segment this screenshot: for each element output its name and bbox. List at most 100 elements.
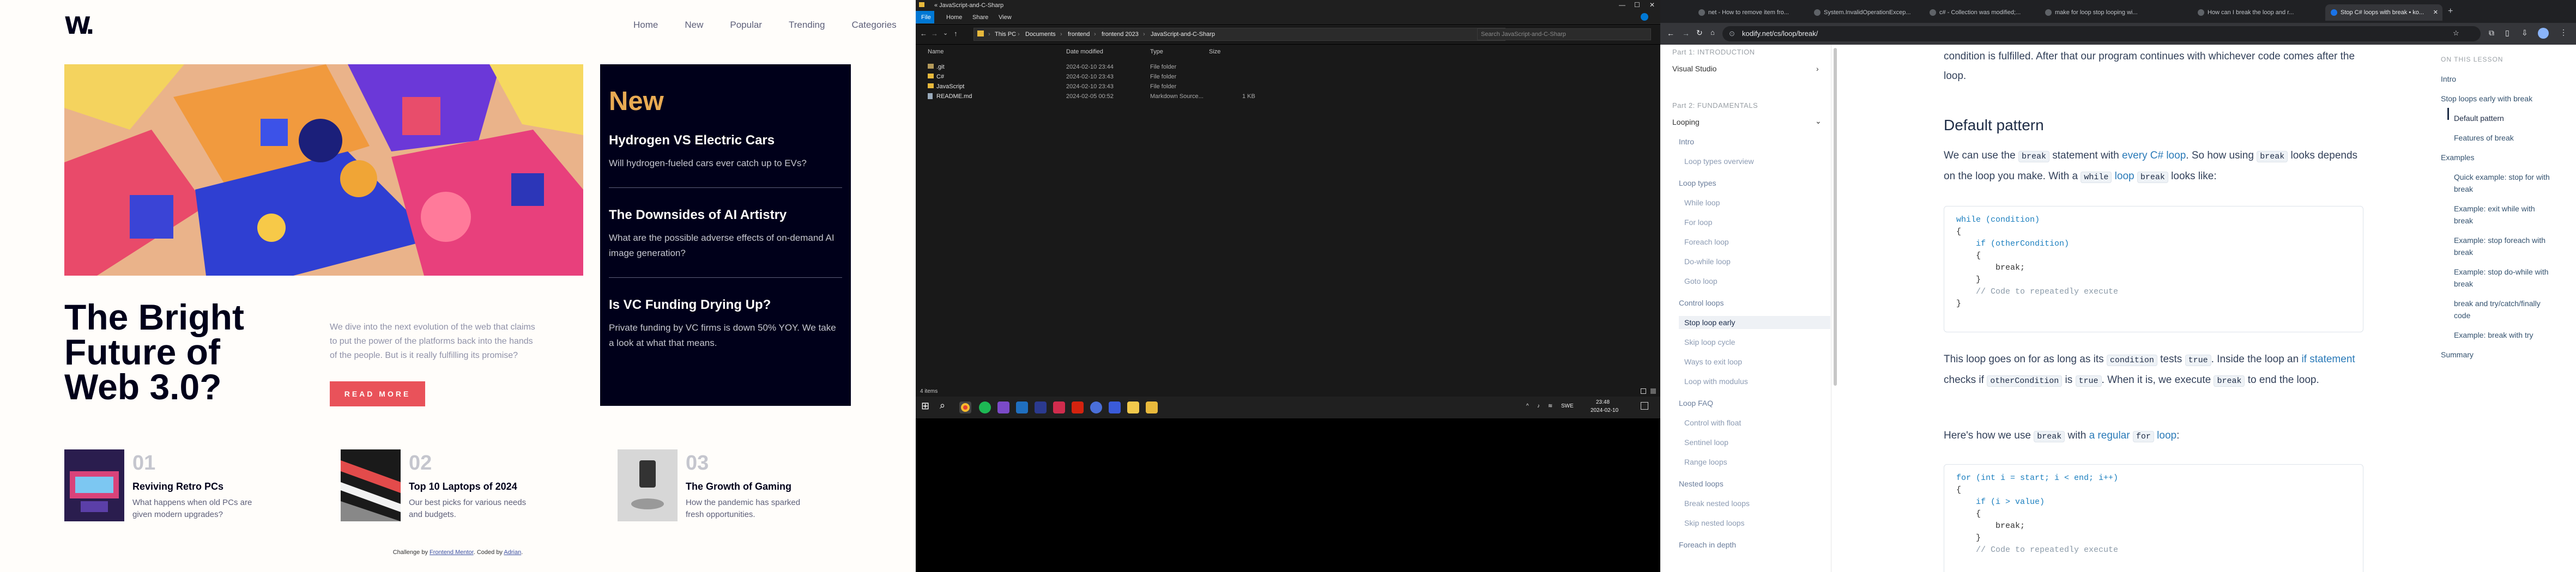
article-card[interactable]: 01 Reviving Retro PCs What happens when … [64, 449, 282, 521]
nav-popular[interactable]: Popular [730, 20, 762, 31]
toc-subitem[interactable]: Example: exit while with break [2454, 203, 2552, 227]
file-row[interactable]: JavaScript 2024-02-10 23:43 File folder [923, 82, 1305, 92]
jetbrains-icon[interactable] [1053, 401, 1065, 413]
toc-subitem[interactable]: Example: stop foreach with break [2454, 234, 2552, 258]
sidebar-item[interactable]: Loop with modulus [1684, 377, 1748, 386]
author-link[interactable]: Adrian [504, 549, 521, 556]
help-icon[interactable] [1641, 13, 1648, 21]
toc-subitem[interactable]: Example: break with try [2454, 329, 2552, 341]
windows-start-icon[interactable]: ⊞ [921, 400, 933, 412]
site-info-icon[interactable]: ⊙ [1729, 29, 1735, 38]
new-item-title[interactable]: The Downsides of AI Artistry [609, 208, 842, 223]
toc-item[interactable]: Intro [2441, 73, 2550, 85]
close-tab-icon[interactable]: ✕ [2433, 9, 2438, 16]
frontend-mentor-link[interactable]: Frontend Mentor [430, 549, 474, 556]
site-logo[interactable]: W. [64, 14, 95, 38]
url-bar[interactable]: ⊙ kodify.net/cs/loop/break/ ☆ [1722, 26, 2481, 41]
browser-tab[interactable]: c# - Collection was modified;... [1924, 4, 2039, 21]
breadcrumb-item[interactable]: Documents [1025, 31, 1056, 38]
col-date[interactable]: Date modified [1066, 48, 1103, 55]
chevron-down-icon[interactable]: ⌄ [943, 29, 948, 36]
back-icon[interactable]: ← [1667, 29, 1674, 38]
new-item-title[interactable]: Is VC Funding Drying Up? [609, 297, 842, 313]
card-title[interactable]: Top 10 Laptops of 2024 [409, 481, 517, 492]
browser-tab[interactable]: How can I break the loop and r... [2192, 4, 2307, 21]
vscode-icon[interactable] [1016, 401, 1028, 413]
toc-item[interactable]: Examples [2441, 151, 2550, 163]
acrobat-icon[interactable] [1072, 401, 1084, 413]
article-link[interactable]: a regular [2089, 430, 2130, 441]
sidebar-item[interactable]: For loop [1684, 218, 1712, 227]
notification-icon[interactable] [1641, 402, 1648, 410]
article-link[interactable]: if statement [2301, 354, 2355, 365]
search-icon[interactable]: ⌕ [940, 400, 952, 412]
sidebar-item-looping[interactable]: Looping [1672, 118, 1700, 126]
article-link[interactable]: every C# loop [2122, 150, 2186, 161]
article-card[interactable]: 03 The Growth of Gaming How the pandemic… [618, 449, 836, 521]
close-icon[interactable]: ✕ [1649, 1, 1655, 9]
ribbon-view[interactable]: View [999, 14, 1012, 21]
new-item[interactable]: The Downsides of AI Artistry What are th… [609, 208, 842, 261]
sidebar-item[interactable]: Skip nested loops [1684, 519, 1745, 527]
breadcrumb-item[interactable]: frontend 2023 [1102, 31, 1139, 38]
file-explorer-icon[interactable] [1146, 401, 1158, 413]
photoshop-icon[interactable] [1035, 401, 1047, 413]
browser-tab[interactable]: net - How to remove item fro... [1693, 4, 1807, 21]
ribbon-file[interactable]: File [916, 11, 934, 23]
sidebar-item[interactable]: Range loops [1684, 458, 1727, 466]
sidebar-item[interactable]: Break nested loops [1684, 499, 1750, 508]
code-block[interactable]: for (int i = start; i < end; i++) { if (i… [1944, 464, 2363, 572]
sidebar-item[interactable]: Skip loop cycle [1684, 338, 1735, 346]
toc-subitem[interactable]: Default pattern [2454, 112, 2552, 124]
new-item[interactable]: Hydrogen VS Electric Cars Will hydrogen-… [609, 133, 842, 171]
col-name[interactable]: Name [928, 48, 944, 55]
sidebar-item[interactable]: Foreach loop [1684, 238, 1729, 246]
col-type[interactable]: Type [1150, 48, 1163, 55]
browser-tab-active[interactable]: Stop C# loops with break • ko... ✕ [2325, 4, 2442, 21]
breadcrumb-item[interactable]: JavaScript-and-C-Sharp [1151, 31, 1215, 38]
toc-subitem[interactable]: Features of break [2454, 132, 2552, 144]
home-icon[interactable]: ⌂ [1710, 28, 1715, 36]
sidebar-item-current[interactable]: Stop loop early [1679, 316, 1830, 329]
article-link[interactable]: loop [2157, 430, 2176, 441]
maximize-icon[interactable]: ☐ [1634, 1, 1640, 9]
code-block[interactable]: while (condition) { if (otherCondition) {… [1944, 206, 2363, 332]
article-link[interactable]: loop [2115, 171, 2134, 182]
network-icon[interactable]: ≋ [1548, 403, 1552, 409]
sidebar-item[interactable]: While loop [1684, 198, 1720, 207]
language-indicator[interactable]: SWE [1561, 403, 1574, 409]
toc-subitem[interactable]: break and try/catch/finally code [2454, 297, 2552, 321]
sidebar-group-label[interactable]: Control loops [1679, 299, 1724, 307]
downloads-icon[interactable]: ⇩ [2521, 28, 2528, 38]
nav-home[interactable]: Home [633, 20, 658, 31]
tiles-view-icon[interactable] [1650, 388, 1656, 394]
sticky-notes-icon[interactable] [1127, 401, 1139, 413]
toc-item[interactable]: Summary [2441, 349, 2550, 361]
sidebar-item[interactable]: Do-while loop [1684, 257, 1731, 266]
file-row[interactable]: .git 2024-02-10 23:44 File folder [923, 62, 1305, 72]
chevron-down-icon[interactable]: ⌄ [1815, 117, 1822, 126]
sidebar-icon[interactable]: ▯ [2505, 28, 2510, 38]
sidebar-group-label[interactable]: Nested loops [1679, 479, 1724, 488]
breadcrumb-item[interactable]: This PC [995, 31, 1016, 38]
ribbon-share[interactable]: Share [972, 14, 988, 21]
sidebar-item[interactable]: Sentinel loop [1684, 438, 1728, 447]
tray-time[interactable]: 23:48 [1596, 399, 1610, 405]
up-icon[interactable]: ↑ [954, 29, 958, 38]
address-breadcrumb[interactable]: › This PC › Documents › frontend › front… [973, 28, 1505, 41]
tray-date[interactable]: 2024-02-10 [1591, 407, 1618, 413]
profile-avatar[interactable] [2538, 28, 2549, 39]
sidebar-item[interactable]: Control with float [1684, 418, 1741, 427]
new-item[interactable]: Is VC Funding Drying Up? Private funding… [609, 297, 842, 351]
sidebar-group-label[interactable]: Loop FAQ [1679, 399, 1713, 407]
browser-tab[interactable]: make for loop stop looping wi... [2040, 4, 2154, 21]
toc-item[interactable]: Stop loops early with break [2441, 93, 2550, 105]
spotify-icon[interactable] [979, 401, 991, 413]
chevron-right-icon[interactable]: › [1816, 64, 1819, 73]
sidebar-item[interactable]: Loop types overview [1684, 157, 1754, 166]
menu-icon[interactable]: ⋮ [2560, 28, 2567, 37]
breadcrumb-item[interactable]: frontend [1068, 31, 1090, 38]
details-view-icon[interactable] [1641, 388, 1646, 394]
chrome-icon[interactable] [959, 401, 971, 413]
nav-trending[interactable]: Trending [789, 20, 825, 31]
